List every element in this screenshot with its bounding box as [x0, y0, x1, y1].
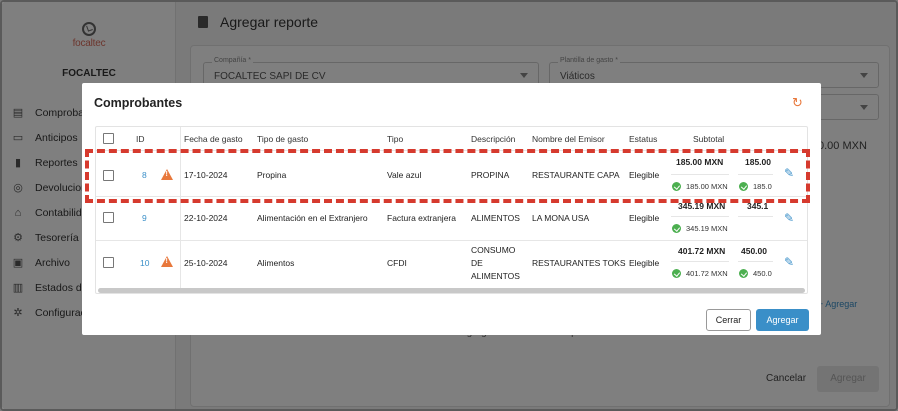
row-tipo-gasto: Alimentos — [257, 258, 295, 268]
edit-icon[interactable]: ✎ — [784, 167, 796, 179]
row-subtotal-detail: 401.72 MXN — [686, 269, 728, 278]
row-subtotal-detail: 345.19 MXN — [686, 224, 728, 233]
row-id-link[interactable]: 9 — [142, 212, 147, 224]
check-circle-icon — [672, 182, 681, 191]
divider — [671, 261, 729, 262]
column-header-descripcion[interactable]: Descripción — [471, 134, 515, 144]
row-checkbox[interactable] — [103, 212, 114, 223]
column-header-fecha[interactable]: Fecha de gasto — [184, 134, 243, 144]
column-header-subtotal[interactable]: Subtotal — [693, 134, 724, 144]
table-row[interactable]: 9 22-10-2024 Alimentación en el Extranje… — [96, 197, 807, 241]
app-window: focaltec FOCALTEC ▤Comprobantes ▭Anticip… — [0, 0, 898, 411]
check-circle-icon — [739, 269, 748, 278]
row-fecha: 22-10-2024 — [184, 213, 228, 223]
column-header-estatus[interactable]: Estatus — [629, 134, 657, 144]
row-tipo: CFDI — [387, 258, 407, 268]
row-descripcion: CONSUMO — [471, 245, 516, 255]
row-emisor: LA MONA USA — [532, 213, 590, 223]
table-header: ID Fecha de gasto Tipo de gasto Tipo Des… — [96, 127, 807, 151]
row-estatus: Elegible — [629, 258, 660, 268]
column-header-tipo-gasto[interactable]: Tipo de gasto — [257, 134, 308, 144]
check-circle-icon — [672, 269, 681, 278]
row-fecha: 17-10-2024 — [184, 170, 228, 180]
dialog-title: Comprobantes — [94, 96, 183, 110]
column-header-id[interactable]: ID — [136, 134, 145, 144]
edit-icon[interactable]: ✎ — [784, 256, 796, 268]
column-header-tipo[interactable]: Tipo — [387, 134, 403, 144]
row-subtotal: 185.00 MXN — [676, 157, 724, 167]
edit-icon[interactable]: ✎ — [784, 212, 796, 224]
row-subtotal: 401.72 MXN — [678, 246, 726, 256]
row-emisor: RESTAURANTES TOKS — [532, 258, 626, 268]
refresh-icon[interactable]: ↻ — [792, 96, 804, 109]
row-descripcion: PROPINA — [471, 170, 510, 180]
close-button[interactable]: Cerrar — [706, 309, 751, 331]
row-subtotal: 345.19 MXN — [678, 201, 726, 211]
row-tipo-gasto: Alimentación en el Extranjero — [257, 213, 368, 223]
row-checkbox[interactable] — [103, 257, 114, 268]
row-total: 345.1 — [747, 201, 769, 211]
row-tipo: Vale azul — [387, 170, 422, 180]
warning-icon — [161, 256, 173, 267]
row-tipo: Factura extranjera — [387, 213, 456, 223]
row-fecha: 25-10-2024 — [184, 258, 228, 268]
row-total: 185.00 — [745, 157, 771, 167]
row-subtotal-detail: 185.00 MXN — [686, 182, 728, 191]
row-tipo-gasto: Propina — [257, 170, 287, 180]
table-row[interactable]: 8 17-10-2024 Propina Vale azul PROPINA R… — [96, 151, 807, 197]
divider — [738, 261, 773, 262]
divider — [671, 174, 729, 175]
column-header-emisor[interactable]: Nombre del Emisor — [532, 134, 605, 144]
divider — [738, 174, 773, 175]
check-circle-icon — [739, 182, 748, 191]
select-all-checkbox[interactable] — [103, 133, 114, 144]
row-estatus: Elegible — [629, 213, 660, 223]
table-row[interactable]: 10 25-10-2024 Alimentos CFDI CONSUMO DE … — [96, 241, 807, 286]
row-descripcion: ALIMENTOS — [471, 213, 520, 223]
row-total-detail: 185.0 — [753, 182, 772, 191]
check-circle-icon — [672, 224, 681, 233]
row-descripcion: ALIMENTOS — [471, 271, 520, 281]
row-total: 450.00 — [741, 246, 767, 256]
row-id-link[interactable]: 8 — [142, 169, 147, 181]
row-estatus: Elegible — [629, 170, 660, 180]
comprobantes-dialog: Comprobantes ↻ ID Fecha de gasto Tipo de… — [82, 83, 821, 335]
add-button[interactable]: Agregar — [756, 309, 809, 331]
warning-icon — [161, 169, 173, 180]
horizontal-scrollbar[interactable] — [98, 288, 805, 293]
divider — [671, 216, 729, 217]
comprobantes-table: ID Fecha de gasto Tipo de gasto Tipo Des… — [95, 126, 808, 294]
row-checkbox[interactable] — [103, 170, 114, 181]
row-total-detail: 450.0 — [753, 269, 772, 278]
row-descripcion: DE — [471, 258, 483, 268]
divider — [738, 216, 773, 217]
row-emisor: RESTAURANTE CAPA — [532, 170, 620, 180]
row-id-link[interactable]: 10 — [140, 257, 149, 269]
